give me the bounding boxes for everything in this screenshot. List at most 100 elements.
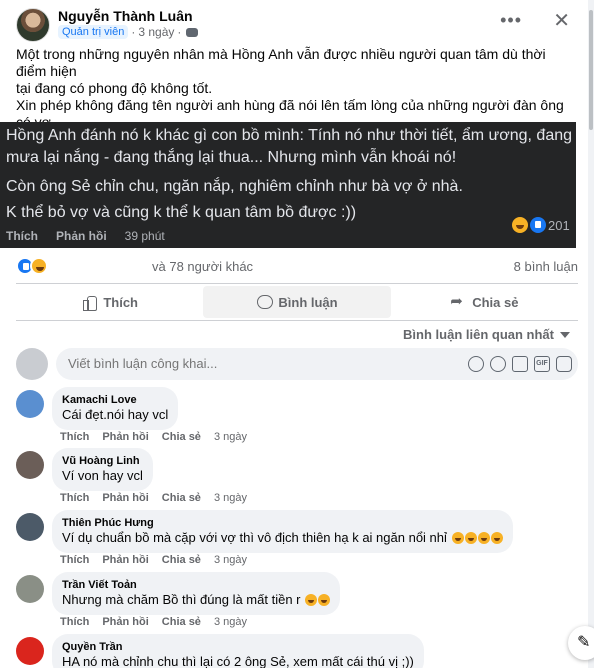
post-stats: và 78 người khác 8 bình luận	[16, 256, 578, 276]
embed-line: mưa lại nắng - đang thắng lại thua... Nh…	[6, 149, 457, 166]
post-text-line: tại đang có phong độ không tốt.	[16, 80, 213, 96]
comment-button[interactable]: Bình luận	[203, 286, 391, 318]
comment-like[interactable]: Thích	[60, 492, 89, 504]
comment-actions: Thích Phản hồi Chia sẻ 3 ngày	[60, 554, 247, 566]
comment-count[interactable]: 8 bình luận	[514, 259, 578, 274]
new-message-button[interactable]	[568, 626, 594, 660]
commenter-name[interactable]: Kamachi Love	[62, 393, 168, 407]
meta-dot: ·	[177, 25, 182, 39]
comment-bubble: Quyền Trần HA nó mà chỉnh chu thì lại có…	[52, 634, 424, 668]
embed-reaction-count: 201	[548, 217, 570, 233]
embed-time: 39 phút	[124, 229, 165, 243]
divider	[16, 283, 578, 284]
haha-emoji-icon	[451, 532, 464, 544]
haha-icon	[512, 217, 528, 233]
comment-share[interactable]: Chia sẻ	[162, 554, 201, 566]
comment-time[interactable]: 3 ngày	[214, 431, 247, 443]
comment-text-content: Ví dụ chuẩn bồ mà cặp với vợ thì vô địch…	[62, 530, 451, 545]
current-user-avatar	[16, 348, 48, 380]
share-button[interactable]: Chia sẻ	[391, 286, 578, 318]
comment-text: Ví dụ chuẩn bồ mà cặp với vợ thì vô địch…	[62, 530, 503, 546]
comment-composer: GIF	[16, 347, 578, 381]
sort-label: Bình luận liên quan nhất	[403, 327, 554, 342]
commenter-avatar[interactable]	[16, 575, 44, 603]
meta-dot: ·	[131, 25, 136, 39]
comment-share[interactable]: Chia sẻ	[162, 431, 201, 443]
more-dots-icon[interactable]: •••	[500, 10, 522, 31]
like-icon	[530, 217, 546, 233]
commenter-avatar[interactable]	[16, 451, 44, 479]
scrollbar-thumb[interactable]	[589, 10, 593, 130]
comment-bubble: Thiên Phúc Hưng Ví dụ chuẩn bồ mà cặp vớ…	[52, 510, 513, 553]
comment-reply[interactable]: Phản hồi	[102, 492, 148, 504]
haha-emoji-icon	[305, 594, 318, 606]
comment-time[interactable]: 3 ngày	[214, 554, 247, 566]
action-bar: Thích Bình luận Chia sẻ	[16, 286, 578, 318]
comment-text: Ví von hay vcl	[62, 468, 143, 483]
camera-icon[interactable]	[512, 356, 528, 372]
comment-reply[interactable]: Phản hồi	[102, 431, 148, 443]
close-icon[interactable]: ✕	[553, 8, 570, 33]
commenter-avatar[interactable]	[16, 513, 44, 541]
commenter-name[interactable]: Trần Viết Toản	[62, 578, 330, 592]
comment-reply[interactable]: Phản hồi	[102, 554, 148, 566]
author-name[interactable]: Nguyễn Thành Luân	[58, 8, 193, 24]
comment-input-box[interactable]: GIF	[56, 348, 578, 380]
commenter-avatar[interactable]	[16, 390, 44, 418]
post-text-line: Một trong những nguyên nhân mà Hồng Anh …	[16, 46, 546, 79]
comment-text: Cái đẹt.nói hay vcl	[62, 407, 169, 422]
comment-reply[interactable]: Phản hồi	[102, 616, 148, 628]
embed-line: Còn ông Sẻ chỉn chu, ngăn nắp, nghiêm ch…	[6, 178, 463, 195]
thumbs-up-icon	[81, 294, 98, 311]
emoji-icon[interactable]	[490, 356, 506, 372]
sticker-icon[interactable]	[556, 356, 572, 372]
comment-sort-dropdown[interactable]: Bình luận liên quan nhất	[403, 327, 570, 342]
composer-tools: GIF	[468, 356, 572, 372]
comment-actions: Thích Phản hồi Chia sẻ 3 ngày	[60, 492, 247, 504]
comment-icon	[256, 294, 274, 310]
haha-icon	[30, 257, 48, 275]
comment-time[interactable]: 3 ngày	[214, 492, 247, 504]
scrollbar[interactable]	[588, 0, 594, 668]
author-avatar[interactable]	[16, 8, 50, 42]
comment-text-content: Nhưng mà chăm Bồ thì đúng là mất tiền r	[62, 592, 305, 607]
post-header: Nguyễn Thành Luân Quản trị viên · 3 ngày…	[16, 8, 576, 42]
avatar-sticker-icon[interactable]	[468, 356, 484, 372]
comment-text: HA nó mà chỉnh chu thì lại có 2 ông Sẻ, …	[62, 654, 414, 668]
embed-like: Thích	[6, 229, 38, 243]
haha-emoji-icon	[477, 532, 490, 544]
comment-time[interactable]: 3 ngày	[214, 616, 247, 628]
haha-emoji-icon	[464, 532, 477, 544]
share-icon	[450, 292, 466, 310]
reaction-summary[interactable]	[16, 257, 48, 275]
comment-share[interactable]: Chia sẻ	[162, 616, 201, 628]
haha-emoji-icon	[318, 594, 331, 606]
divider	[16, 320, 578, 321]
comment-like[interactable]: Thích	[60, 431, 89, 443]
embed-reactions: 201	[512, 217, 570, 233]
commenter-name[interactable]: Vũ Hoàng Linh	[62, 454, 143, 468]
comment-input[interactable]	[68, 356, 448, 371]
comment-share[interactable]: Chia sẻ	[162, 492, 201, 504]
embed-reply: Phản hồi	[56, 229, 107, 243]
like-button[interactable]: Thích	[16, 286, 203, 318]
share-label: Chia sẻ	[472, 294, 519, 310]
comment-like[interactable]: Thích	[60, 616, 89, 628]
embed-line: K thể bỏ vợ và cũng k thể k quan tâm bồ …	[6, 204, 357, 221]
gif-icon[interactable]: GIF	[534, 356, 550, 372]
post-time[interactable]: 3 ngày	[138, 25, 174, 39]
comment-label: Bình luận	[278, 294, 338, 310]
commenter-name[interactable]: Thiên Phúc Hưng	[62, 516, 503, 530]
comment-like[interactable]: Thích	[60, 554, 89, 566]
commenter-avatar[interactable]	[16, 637, 44, 665]
reactors-text[interactable]: và 78 người khác	[152, 259, 253, 274]
comment-bubble: Vũ Hoàng Linh Ví von hay vcl	[52, 448, 153, 491]
comment-actions: Thích Phản hồi Chia sẻ 3 ngày	[60, 431, 247, 443]
comment-bubble: Trần Viết Toản Nhưng mà chăm Bồ thì đúng…	[52, 572, 341, 615]
caret-down-icon	[560, 331, 570, 338]
admin-badge: Quản trị viên	[58, 25, 129, 39]
embed-actions: Thích Phản hồi 39 phút	[6, 229, 165, 243]
comment-bubble: Kamachi Love Cái đẹt.nói hay vcl	[52, 387, 179, 430]
post-image[interactable]: Hồng Anh đánh nó k khác gì con bồ mình: …	[0, 122, 576, 248]
commenter-name[interactable]: Quyền Trần	[62, 640, 414, 654]
